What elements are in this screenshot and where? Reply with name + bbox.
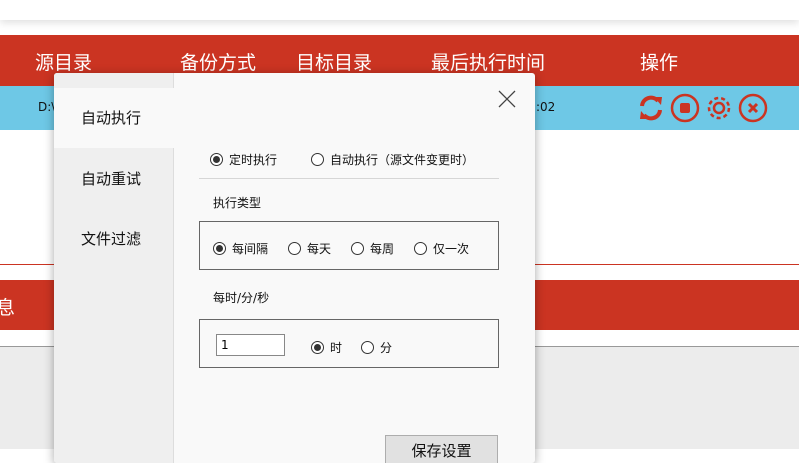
top-bar bbox=[0, 0, 799, 20]
col-target: 目标目录 bbox=[296, 52, 373, 74]
radio-minute[interactable]: 分 bbox=[361, 339, 392, 356]
interval-label: 每时/分/秒 bbox=[213, 291, 270, 305]
time-cell: :02 bbox=[536, 100, 556, 114]
exec-type-label: 执行类型 bbox=[213, 196, 262, 210]
radio-hour[interactable]: 时 bbox=[311, 339, 342, 356]
close-icon[interactable] bbox=[497, 89, 517, 109]
dialog-sidebar: 自动执行 自动重试 文件过滤 bbox=[54, 73, 174, 463]
col-source: 源目录 bbox=[35, 52, 93, 74]
col-actions: 操作 bbox=[640, 52, 679, 74]
close-circle-icon[interactable] bbox=[738, 93, 768, 123]
save-button[interactable]: 保存设置 bbox=[385, 435, 498, 463]
tab-auto-execute[interactable]: 自动执行 bbox=[54, 88, 174, 148]
radio-interval[interactable]: 每间隔 bbox=[213, 240, 268, 257]
source-cell: D:\ bbox=[38, 100, 56, 114]
separator bbox=[199, 178, 499, 179]
radio-once[interactable]: 仅一次 bbox=[414, 240, 469, 257]
col-last-run: 最后执行时间 bbox=[431, 52, 546, 74]
info-panel-title: 息 bbox=[0, 297, 16, 319]
radio-scheduled[interactable]: 定时执行 bbox=[210, 151, 277, 168]
tab-auto-retry[interactable]: 自动重试 bbox=[54, 149, 174, 209]
stop-icon[interactable] bbox=[670, 93, 700, 123]
interval-input[interactable] bbox=[216, 334, 285, 356]
radio-weekly[interactable]: 每周 bbox=[351, 240, 394, 257]
tab-file-filter[interactable]: 文件过滤 bbox=[54, 209, 174, 269]
radio-daily[interactable]: 每天 bbox=[288, 240, 331, 257]
settings-dialog: 自动执行 自动重试 文件过滤 定时执行 自动执行（源文件变更时） 执行类型 每间… bbox=[54, 73, 535, 463]
radio-on-change[interactable]: 自动执行（源文件变更时） bbox=[311, 151, 474, 168]
col-backup-mode: 备份方式 bbox=[180, 52, 257, 74]
gear-icon[interactable] bbox=[704, 93, 734, 123]
refresh-icon[interactable] bbox=[636, 93, 666, 123]
